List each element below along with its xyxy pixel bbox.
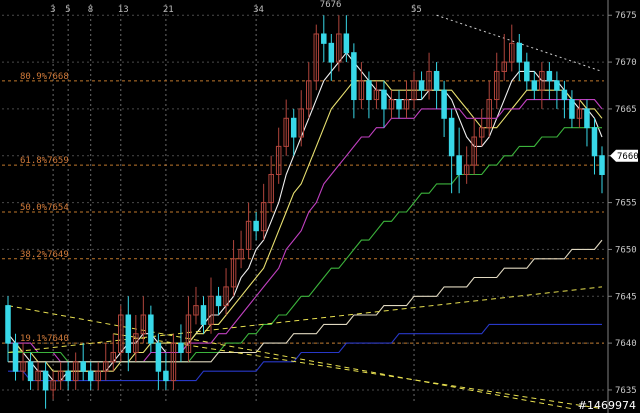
candle-body <box>12 342 19 372</box>
candle-body <box>561 89 568 101</box>
candle-body <box>591 127 598 157</box>
candle-body <box>42 370 49 391</box>
candle-body <box>343 33 350 54</box>
candle-body <box>328 42 335 63</box>
fib-label: 80.9%7668 <box>20 72 69 82</box>
candle-body <box>554 80 560 91</box>
candle-body <box>448 117 455 157</box>
candle-body <box>178 342 184 353</box>
candle-body <box>569 99 575 119</box>
candle-body <box>163 370 169 382</box>
candlestick-chart: 80.9%766861.8%765950.0%765438.2%764919.1… <box>2 0 639 413</box>
price-tick-label: 7670 <box>615 58 637 68</box>
price-tick-label: 7650 <box>615 245 637 255</box>
candle-body <box>200 305 207 325</box>
candle-body <box>155 342 162 372</box>
moving-average-line <box>8 80 603 372</box>
price-tick-label: 7675 <box>615 11 637 21</box>
price-tick-label: 7665 <box>615 105 637 115</box>
candle-body <box>65 370 71 382</box>
candle-body <box>524 61 530 82</box>
last-price-tag: 7660 <box>610 149 639 162</box>
moving-average-line <box>8 99 603 363</box>
time-mark-label: 8 <box>88 5 93 15</box>
candle-body <box>87 370 94 382</box>
candle-body <box>215 295 222 307</box>
candle-body <box>599 155 605 175</box>
candle-body <box>433 70 440 91</box>
candle-body <box>253 220 259 232</box>
moving-average-line <box>7 51 603 382</box>
time-mark-label: 21 <box>163 5 174 15</box>
candle-body <box>381 89 387 110</box>
candle-body <box>516 42 523 63</box>
candle-body <box>27 361 34 382</box>
last-price-label: 7660 <box>617 152 639 162</box>
moving-average-line <box>8 127 602 363</box>
time-labels: 3 5 8 13 21 34 55 <box>50 5 422 15</box>
candle-body <box>441 89 447 119</box>
candle-body <box>546 70 553 82</box>
time-mark-label: 5 <box>65 5 70 15</box>
candle-body <box>418 80 425 91</box>
candle-body <box>396 99 402 110</box>
fib-label: 38.2%7649 <box>20 250 69 260</box>
candle-body <box>366 80 372 101</box>
candle-body <box>125 314 132 353</box>
candle-body <box>531 80 538 91</box>
candle-body <box>80 361 86 372</box>
candle-body <box>321 33 327 44</box>
watermark: #1469974 <box>578 399 636 412</box>
time-mark-label: 3 <box>50 5 55 15</box>
fib-label: 50.0%7654 <box>20 203 69 213</box>
time-mark-label: 13 <box>118 5 129 15</box>
fib-label: 61.8%7659 <box>20 156 69 166</box>
price-tick-label: 7645 <box>615 292 637 302</box>
candle-body <box>456 155 462 175</box>
moving-average-line <box>8 323 602 382</box>
candle-body <box>148 314 154 344</box>
candle-body <box>5 305 11 344</box>
candle-body <box>290 117 297 138</box>
price-axis: 7675 7670 7665 7660 7655 7650 7645 7640 7635 <box>608 11 637 396</box>
time-mark-label: 34 <box>253 5 264 15</box>
price-tick-label: 7655 <box>615 199 637 209</box>
time-mark-label: 55 <box>411 5 422 15</box>
candle-body <box>584 108 590 129</box>
price-tick-label: 7640 <box>615 339 637 349</box>
price-tick-label: 7635 <box>615 386 637 396</box>
peak-price-label: 7676 <box>320 0 342 10</box>
candle-body <box>351 52 357 101</box>
moving-averages <box>7 51 603 382</box>
